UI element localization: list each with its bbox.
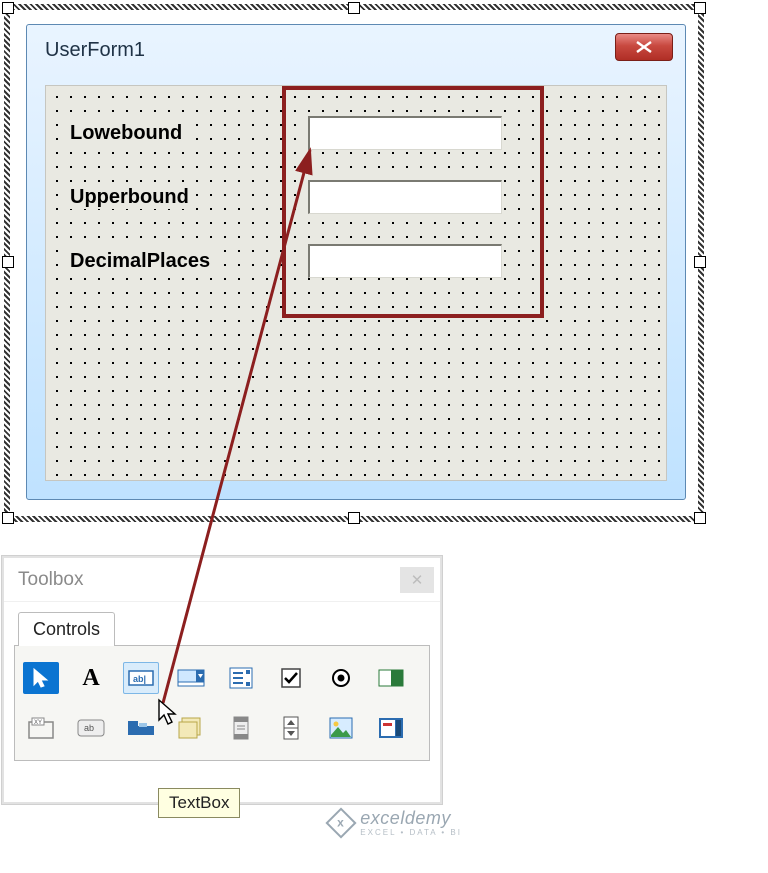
resize-handle-w[interactable] xyxy=(2,256,14,268)
userform-body[interactable]: Lowebound Upperbound DecimalPlaces xyxy=(45,85,667,481)
watermark-tagline: EXCEL • DATA • BI xyxy=(360,829,462,837)
tool-commandbutton[interactable]: ab xyxy=(73,712,109,744)
tabstrip-icon xyxy=(127,720,155,736)
textbox-lowerbound[interactable] xyxy=(308,116,502,150)
form-designer-selection[interactable]: UserForm1 Lowebound Upperbound DecimalPl… xyxy=(4,4,704,522)
toolbox-close-button[interactable]: ✕ xyxy=(400,567,434,593)
toolbox-title: Toolbox xyxy=(18,569,84,591)
tool-optionbutton[interactable] xyxy=(323,662,359,694)
tool-label[interactable]: A xyxy=(73,662,109,694)
close-button[interactable] xyxy=(615,33,673,61)
tool-togglebutton[interactable] xyxy=(373,662,409,694)
refedit-icon xyxy=(378,717,404,739)
textbox-decimalplaces[interactable] xyxy=(308,244,502,278)
tool-listbox[interactable] xyxy=(223,662,259,694)
tool-pointer[interactable] xyxy=(23,662,59,694)
label-lowerbound[interactable]: Lowebound xyxy=(68,122,184,145)
frame-icon: XY xyxy=(28,717,54,739)
tab-controls[interactable]: Controls xyxy=(18,612,115,646)
tool-refedit[interactable] xyxy=(373,712,409,744)
watermark-brand: exceldemy xyxy=(360,808,451,828)
watermark: x exceldemy EXCEL • DATA • BI xyxy=(330,808,462,837)
textbox-icon: ab| xyxy=(128,668,154,688)
label-upperbound[interactable]: Upperbound xyxy=(68,186,191,209)
pointer-icon xyxy=(30,667,52,689)
resize-handle-ne[interactable] xyxy=(694,2,706,14)
combobox-icon xyxy=(177,668,205,688)
resize-handle-n[interactable] xyxy=(348,2,360,14)
scrollbar-icon xyxy=(232,716,250,740)
close-icon: ✕ xyxy=(411,571,424,589)
tool-textbox[interactable]: ab| xyxy=(123,662,159,694)
listbox-icon xyxy=(229,667,253,689)
tooltip: TextBox xyxy=(158,788,240,818)
tool-spinbutton[interactable] xyxy=(273,712,309,744)
textbox-upperbound[interactable] xyxy=(308,180,502,214)
multipage-icon xyxy=(178,717,204,739)
tool-scrollbar[interactable] xyxy=(223,712,259,744)
tool-multipage[interactable] xyxy=(173,712,209,744)
image-icon xyxy=(329,717,353,739)
userform-title: UserForm1 xyxy=(45,39,145,62)
userform-window[interactable]: UserForm1 Lowebound Upperbound DecimalPl… xyxy=(26,24,686,500)
togglebutton-icon xyxy=(378,669,404,687)
label-decimalplaces[interactable]: DecimalPlaces xyxy=(68,250,212,273)
tool-combobox[interactable] xyxy=(173,662,209,694)
resize-handle-e[interactable] xyxy=(694,256,706,268)
svg-text:ab|: ab| xyxy=(133,674,146,684)
svg-text:ab: ab xyxy=(84,723,94,733)
close-icon xyxy=(634,40,654,54)
tool-image[interactable] xyxy=(323,712,359,744)
toolbox-panel: A ab| xyxy=(14,645,430,761)
tool-checkbox[interactable] xyxy=(273,662,309,694)
svg-text:XY: XY xyxy=(34,720,42,726)
optionbutton-icon xyxy=(330,667,352,689)
resize-handle-s[interactable] xyxy=(348,512,360,524)
tool-frame[interactable]: XY xyxy=(23,712,59,744)
toolbox-window[interactable]: Toolbox ✕ Controls A ab| xyxy=(2,556,442,804)
commandbutton-icon: ab xyxy=(77,719,105,737)
checkbox-icon xyxy=(280,667,302,689)
label-icon: A xyxy=(82,665,99,692)
resize-handle-nw[interactable] xyxy=(2,2,14,14)
resize-handle-se[interactable] xyxy=(694,512,706,524)
spinbutton-icon xyxy=(282,716,300,740)
watermark-badge-icon: x xyxy=(326,807,357,838)
resize-handle-sw[interactable] xyxy=(2,512,14,524)
tool-tabstrip[interactable] xyxy=(123,712,159,744)
